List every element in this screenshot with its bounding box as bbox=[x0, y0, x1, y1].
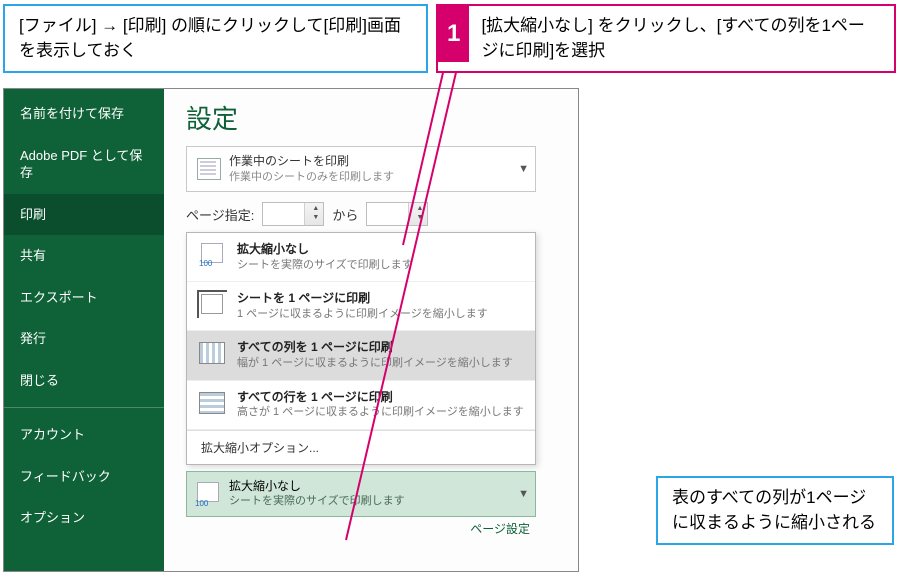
excel-print-backstage: 名前を付けて保存 Adobe PDF として保存 印刷 共有 エクスポート 発行… bbox=[3, 88, 579, 572]
page-setup-link[interactable]: ページ設定 bbox=[186, 517, 536, 537]
sidebar-item-account[interactable]: アカウント bbox=[4, 414, 164, 456]
print-what-desc: 作業中のシートのみを印刷します bbox=[229, 170, 394, 185]
sidebar-item-close[interactable]: 閉じる bbox=[4, 360, 164, 402]
sidebar-item-options[interactable]: オプション bbox=[4, 497, 164, 539]
callout-text: [ファイル] → [印刷] の順にクリックして[印刷]画面を表示しておく bbox=[19, 16, 401, 60]
scaling-option-fit-rows[interactable]: すべての行を 1 ページに印刷 高さが 1 ページに収まるように印刷イメージを縮… bbox=[187, 381, 535, 430]
fit-sheet-icon bbox=[197, 290, 227, 318]
sidebar-item-print[interactable]: 印刷 bbox=[4, 194, 164, 236]
callout-result: 表のすべての列が1ページに収まるように縮小される bbox=[656, 476, 894, 545]
scaling-dropdown[interactable]: 拡大縮小なし シートを実際のサイズで印刷します ▼ bbox=[186, 471, 536, 517]
settings-heading: 設定 bbox=[186, 99, 566, 136]
scaling-option-fit-sheet[interactable]: シートを 1 ページに印刷 1 ページに収まるように印刷イメージを縮小します bbox=[187, 282, 535, 331]
page-from-input[interactable]: ▲▼ bbox=[262, 202, 324, 226]
fit-columns-icon bbox=[197, 339, 227, 367]
scale-100-icon bbox=[193, 480, 223, 508]
print-what-title: 作業中のシートを印刷 bbox=[229, 153, 394, 170]
scale-100-icon bbox=[197, 241, 227, 269]
scaling-option-none[interactable]: 拡大縮小なし シートを実際のサイズで印刷します bbox=[187, 233, 535, 282]
print-settings-panel: 設定 作業中のシートを印刷 作業中のシートのみを印刷します ▼ ページ指定: ▲… bbox=[164, 89, 578, 571]
backstage-sidebar: 名前を付けて保存 Adobe PDF として保存 印刷 共有 エクスポート 発行… bbox=[4, 89, 164, 571]
callout-text: 表のすべての列が1ページに収まるように縮小される bbox=[672, 488, 876, 532]
sidebar-separator bbox=[4, 407, 164, 408]
sheet-icon bbox=[193, 155, 223, 183]
sidebar-item-export[interactable]: エクスポート bbox=[4, 277, 164, 319]
sidebar-item-publish[interactable]: 発行 bbox=[4, 318, 164, 360]
sidebar-item-share[interactable]: 共有 bbox=[4, 235, 164, 277]
print-what-dropdown[interactable]: 作業中のシートを印刷 作業中のシートのみを印刷します ▼ bbox=[186, 146, 536, 192]
scaling-dropdown-panel: 拡大縮小なし シートを実際のサイズで印刷します シートを 1 ページに印刷 1 … bbox=[186, 232, 536, 465]
sidebar-item-adobepdf[interactable]: Adobe PDF として保存 bbox=[4, 135, 164, 194]
step-badge: 1 bbox=[438, 6, 469, 62]
callout-prerequisite: [ファイル] → [印刷] の順にクリックして[印刷]画面を表示しておく bbox=[3, 4, 428, 73]
callout-text: [拡大縮小なし] をクリックし、[すべての列を1ページに印刷]を選択 bbox=[481, 14, 880, 63]
scaling-option-fit-columns[interactable]: すべての列を 1 ページに印刷 幅が 1 ページに収まるように印刷イメージを縮小… bbox=[187, 331, 535, 380]
page-range-label: ページ指定: bbox=[186, 205, 254, 224]
callout-step-1: 1 [拡大縮小なし] をクリックし、[すべての列を1ページに印刷]を選択 bbox=[436, 4, 896, 73]
fit-rows-icon bbox=[197, 389, 227, 417]
scaling-custom-options[interactable]: 拡大縮小オプション... bbox=[187, 430, 535, 464]
page-range-to: から bbox=[332, 205, 358, 224]
sidebar-item-feedback[interactable]: フィードバック bbox=[4, 456, 164, 498]
sidebar-item-saveas[interactable]: 名前を付けて保存 bbox=[4, 93, 164, 135]
chevron-down-icon: ▼ bbox=[518, 488, 529, 500]
page-to-input[interactable]: ▲▼ bbox=[366, 202, 428, 226]
chevron-down-icon: ▼ bbox=[518, 163, 529, 175]
page-range-row: ページ指定: ▲▼ から ▲▼ bbox=[186, 202, 566, 226]
